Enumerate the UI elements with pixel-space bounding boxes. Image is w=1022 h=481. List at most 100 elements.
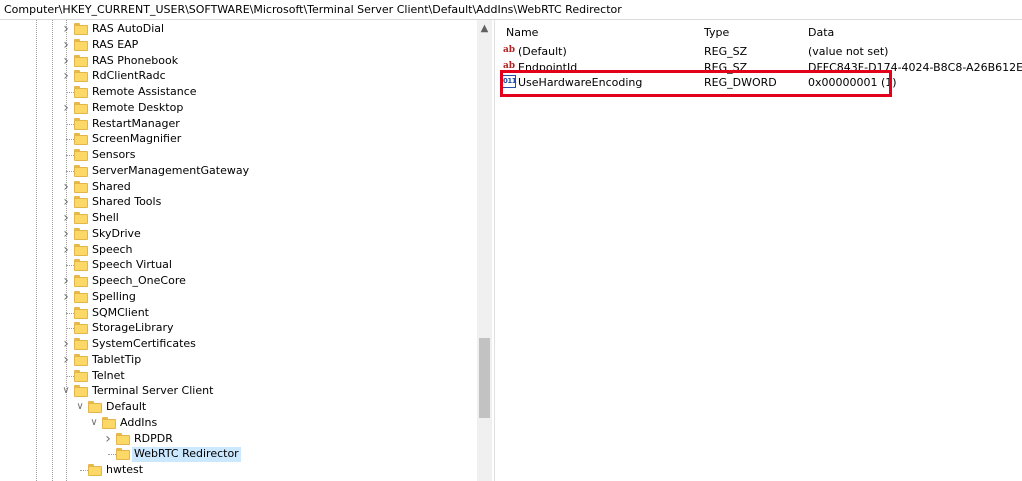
tree-node[interactable]: › RAS AutoDial [0,21,476,37]
tree-node[interactable]: › RdClientRadc [0,68,476,84]
chevron-right-icon[interactable]: › [61,226,71,242]
folder-icon [74,290,88,303]
address-bar[interactable]: Computer\HKEY_CURRENT_USER\SOFTWARE\Micr… [0,0,1022,20]
chevron-right-icon[interactable]: › [61,53,71,69]
tree-node[interactable]: hwtest [0,462,476,478]
folder-icon [74,54,88,67]
tree-node-label: SkyDrive [92,226,141,240]
column-header-data[interactable]: Data [808,26,834,40]
tree-node-label: SQMClient [92,305,149,319]
tree-node-label: AddIns [120,415,158,429]
folder-icon [74,86,88,98]
value-row[interactable]: ab (Default) REG_SZ (value not set) [498,43,1022,59]
chevron-right-icon[interactable]: › [61,68,71,84]
tree-node[interactable]: Speech Virtual [0,257,476,273]
tree-node[interactable]: › TabletTip [0,352,476,368]
tree-node-label: ServerManagementGateway [92,163,250,177]
tree-node[interactable]: › Remote Desktop [0,100,476,116]
folder-icon [74,133,88,146]
folder-icon [74,149,88,161]
tree-node-label: Telnet [92,368,125,382]
tree-node[interactable]: › Speech [0,242,476,258]
tree-node[interactable]: RestartManager [0,116,476,132]
tree-node[interactable]: › Shell [0,210,476,226]
chevron-right-icon[interactable]: › [61,242,71,258]
tree-connector [66,92,74,93]
tree-node[interactable]: › RAS Phonebook [0,53,476,69]
folder-icon [74,70,88,83]
chevron-right-icon[interactable]: › [61,336,71,352]
tree-node-label: Shared [92,179,131,193]
scroll-thumb[interactable] [479,338,490,418]
tree-node-label: Shared Tools [92,195,162,209]
tree-node[interactable]: Remote Assistance [0,84,476,100]
tree-connector [66,170,74,172]
folder-icon [116,448,130,461]
registry-tree[interactable]: › RAS AutoDial › RAS EAP › RAS Phonebook › RdCl… [0,20,476,481]
tree-node-label: Shell [92,211,119,224]
annotation-highlight-box [500,70,892,97]
tree-node[interactable]: WebRTC Redirector [0,446,476,463]
chevron-right-icon[interactable]: › [61,194,71,210]
chevron-right-icon[interactable]: › [61,100,71,116]
tree-node[interactable]: ServerManagementGateway [0,163,476,179]
tree-node[interactable]: ∨ Default [0,399,476,415]
folder-icon [74,38,88,51]
tree-connector [66,139,74,141]
column-header-name[interactable]: Name [506,26,538,40]
tree-node[interactable]: › RAS EAP [0,37,476,53]
tree-connector [66,155,74,156]
tree-node[interactable]: › Shared Tools [0,194,476,210]
value-data: (value not set) [808,45,889,58]
folder-icon [74,101,88,114]
tree-scrollbar[interactable]: ▲ [477,20,492,481]
tree-node[interactable]: ∨ AddIns [0,415,476,431]
tree-node-label: Speech Virtual [92,258,172,272]
tree-node-label: WebRTC Redirector [132,447,241,463]
tree-node[interactable]: SQMClient [0,305,476,321]
chevron-down-icon[interactable]: ∨ [61,383,71,399]
tree-node[interactable]: › Shared [0,179,476,195]
tree-node-label: RDPDR [134,431,173,445]
tree-node-label: Remote Assistance [92,85,197,98]
chevron-right-icon[interactable]: › [103,431,113,447]
folder-icon [88,401,102,413]
folder-icon [74,322,88,335]
tree-node[interactable]: › Speech_OneCore [0,273,476,289]
tree-node[interactable]: › SkyDrive [0,226,476,242]
chevron-down-icon[interactable]: ∨ [75,399,85,415]
tree-connector [66,123,74,125]
tree-node-label: Speech_OneCore [92,274,186,287]
tree-node[interactable]: › Spelling [0,289,476,305]
tree-node[interactable]: › SystemCertificates [0,336,476,352]
tree-node[interactable]: ∨ Terminal Server Client [0,383,476,399]
column-header-type[interactable]: Type [704,26,729,40]
folder-icon [74,259,88,272]
chevron-right-icon[interactable]: › [61,210,71,226]
tree-node-label: TabletTip [92,352,142,366]
tree-node-label: ScreenMagnifier [92,132,182,146]
tree-node-label: Remote Desktop [92,100,184,114]
chevron-right-icon[interactable]: › [61,273,71,289]
chevron-right-icon[interactable]: › [61,37,71,53]
folder-icon [74,369,88,382]
tree-node[interactable]: Telnet [0,368,476,384]
tree-node[interactable]: › RDPDR [0,431,476,447]
chevron-right-icon[interactable]: › [61,352,71,368]
tree-node-label: RAS Phonebook [92,53,179,67]
tree-node-label: SystemCertificates [92,337,196,350]
folder-icon [74,243,88,256]
folder-icon [74,117,88,130]
chevron-down-icon[interactable]: ∨ [89,415,99,431]
tree-node[interactable]: Sensors [0,147,476,163]
tree-node[interactable]: StorageLibrary [0,320,476,336]
tree-node[interactable]: ScreenMagnifier [0,131,476,147]
chevron-right-icon[interactable]: › [61,179,71,195]
chevron-right-icon[interactable]: › [61,289,71,305]
tree-connector [108,454,116,456]
pane-splitter[interactable] [494,20,497,481]
tree-node-label: Sensors [92,148,136,161]
chevron-right-icon[interactable]: › [61,21,71,37]
folder-icon [74,212,88,224]
scroll-up-icon[interactable]: ▲ [477,22,492,36]
